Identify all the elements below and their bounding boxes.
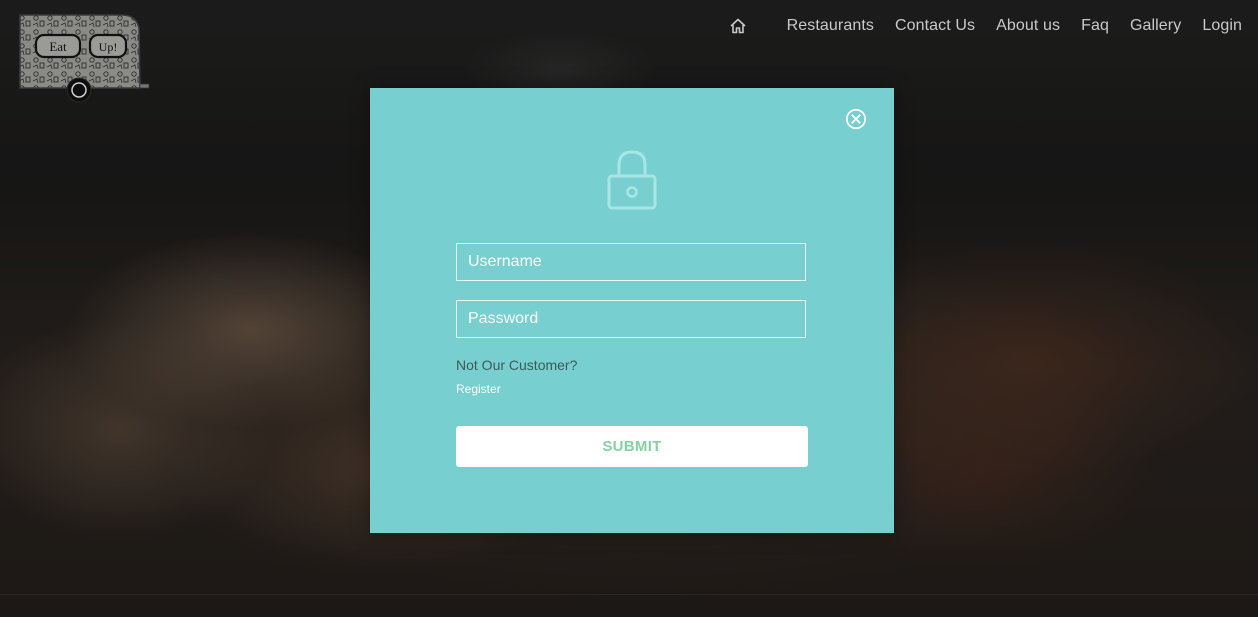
page: Eat Up! Restaurants Contact Us About us … (0, 0, 1258, 617)
nav-faq[interactable]: Faq (1081, 17, 1109, 35)
nav-login[interactable]: Login (1202, 17, 1242, 35)
nav-restaurants[interactable]: Restaurants (787, 17, 874, 35)
logo-right-text: Up! (99, 40, 118, 54)
submit-button[interactable]: SUBMIT (456, 426, 808, 467)
close-circle-icon[interactable] (845, 108, 867, 130)
nav-gallery[interactable]: Gallery (1130, 17, 1181, 35)
nav-contact-us[interactable]: Contact Us (895, 17, 975, 35)
food-truck-logo-icon: Eat Up! (19, 14, 150, 103)
login-modal: Not Our Customer? Register SUBMIT (370, 88, 894, 533)
main-nav: Restaurants Contact Us About us Faq Gall… (728, 14, 1242, 38)
register-link[interactable]: Register (456, 382, 501, 396)
nav-about-us[interactable]: About us (996, 17, 1060, 35)
password-input[interactable] (456, 300, 806, 338)
divider (0, 594, 1258, 595)
username-input[interactable] (456, 243, 806, 281)
site-logo[interactable]: Eat Up! (18, 14, 150, 106)
lock-icon (606, 149, 658, 211)
not-customer-text: Not Our Customer? (456, 357, 578, 373)
home-icon[interactable] (728, 16, 748, 36)
logo-left-text: Eat (49, 39, 67, 54)
